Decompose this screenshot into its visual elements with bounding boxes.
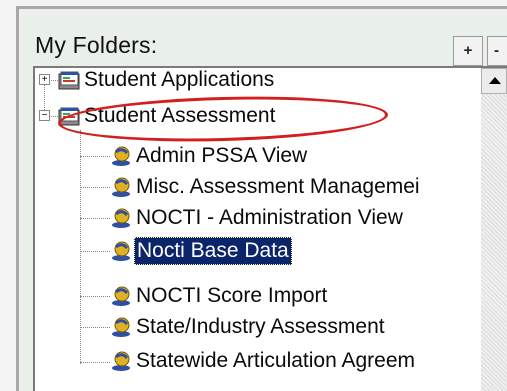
folder-window-icon bbox=[58, 71, 80, 90]
add-folder-button[interactable]: + bbox=[453, 36, 483, 66]
report-user-icon bbox=[112, 208, 130, 228]
tree-connector bbox=[80, 251, 110, 252]
remove-folder-button[interactable]: - bbox=[487, 36, 507, 66]
item-label: NOCTI - Administration View bbox=[136, 206, 403, 229]
folder-label: Student Applications bbox=[84, 68, 275, 91]
vertical-scrollbar[interactable] bbox=[481, 68, 507, 391]
report-user-icon bbox=[112, 241, 130, 261]
item-label: Misc. Assessment Managemei bbox=[136, 175, 420, 198]
report-user-icon bbox=[112, 286, 130, 306]
item-label: Nocti Base Data bbox=[134, 237, 292, 265]
tree-item[interactable]: State/Industry Assessment bbox=[110, 312, 480, 342]
item-label: Statewide Articulation Agreem bbox=[136, 349, 415, 372]
report-user-icon bbox=[112, 146, 130, 166]
tree-item[interactable]: Misc. Assessment Managemei bbox=[110, 172, 480, 202]
tree-folder-student-applications[interactable]: + Student Applications bbox=[38, 65, 478, 95]
scroll-up-arrow-icon[interactable] bbox=[481, 68, 507, 94]
tree-item[interactable]: Admin PSSA View bbox=[110, 141, 480, 171]
report-user-icon bbox=[112, 351, 130, 371]
tree-item[interactable]: NOCTI - Administration View bbox=[110, 203, 480, 233]
report-user-icon bbox=[112, 177, 130, 197]
tree-item-selected[interactable]: Nocti Base Data bbox=[110, 236, 480, 266]
tree-connector bbox=[80, 187, 110, 188]
tree-connector bbox=[80, 362, 110, 363]
report-user-icon bbox=[112, 317, 130, 337]
item-label: State/Industry Assessment bbox=[136, 315, 385, 338]
tree-item[interactable]: NOCTI Score Import bbox=[110, 281, 480, 311]
tree-item[interactable]: Statewide Articulation Agreem bbox=[110, 346, 480, 376]
tree-connector bbox=[80, 156, 110, 157]
tree-connector bbox=[80, 218, 110, 219]
item-label: NOCTI Score Import bbox=[136, 284, 328, 307]
tree-connector bbox=[80, 327, 110, 328]
expand-plus-icon[interactable]: + bbox=[39, 74, 50, 85]
tree-connector bbox=[80, 296, 110, 297]
item-label: Admin PSSA View bbox=[136, 144, 308, 167]
folders-window: My Folders: + - + Student Applications − bbox=[0, 0, 507, 391]
panel-title: My Folders: bbox=[35, 32, 158, 58]
collapse-minus-icon[interactable]: − bbox=[39, 110, 50, 121]
tree-connector bbox=[80, 130, 81, 364]
